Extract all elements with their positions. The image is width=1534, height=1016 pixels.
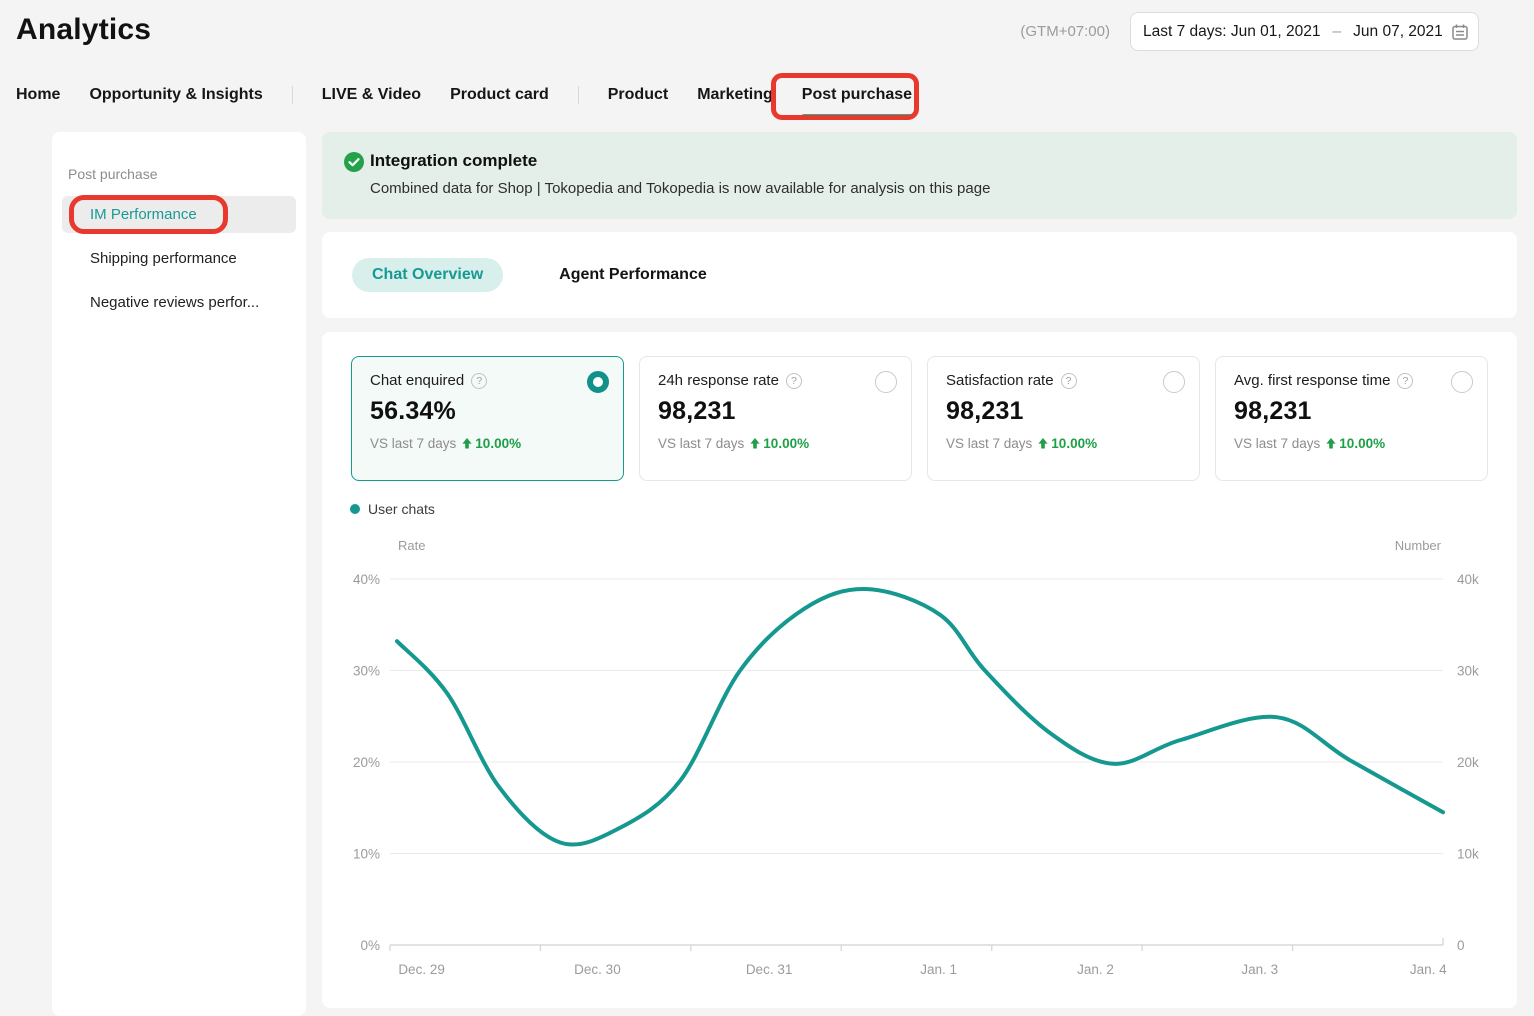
- integration-banner: Integration complete Combined data for S…: [322, 132, 1517, 219]
- metric-label: Satisfaction rate: [946, 372, 1054, 389]
- tab-agent-performance[interactable]: Agent Performance: [539, 258, 727, 292]
- vs-label: VS last 7 days: [1234, 436, 1320, 451]
- metric-label: 24h response rate: [658, 372, 779, 389]
- y-tick-right: 20k: [1457, 755, 1479, 770]
- sidebar: Post purchase IM Performance Shipping pe…: [52, 132, 306, 1016]
- sidebar-item-im-performance[interactable]: IM Performance: [62, 196, 296, 233]
- y-tick-right: 40k: [1457, 572, 1479, 587]
- x-tick-label: Dec. 29: [398, 962, 445, 977]
- nav-item-home[interactable]: Home: [16, 86, 60, 104]
- help-icon[interactable]: ?: [1061, 373, 1077, 389]
- metric-change: 10.00%: [475, 436, 521, 451]
- metric-value: 98,231: [946, 397, 1181, 426]
- metric-value: 98,231: [658, 397, 893, 426]
- y-tick-left: 30%: [353, 664, 380, 679]
- metric-change: 10.00%: [1051, 436, 1097, 451]
- arrow-up-icon: [750, 438, 760, 449]
- metric-value: 98,231: [1234, 397, 1469, 426]
- vs-label: VS last 7 days: [946, 436, 1032, 451]
- legend-label: User chats: [368, 501, 435, 517]
- sidebar-item-shipping-performance[interactable]: Shipping performance: [62, 240, 296, 277]
- arrow-up-icon: [1038, 438, 1048, 449]
- calendar-icon: [1451, 23, 1469, 41]
- tabs-card: Chat Overview Agent Performance: [322, 232, 1517, 318]
- nav-item-product-card[interactable]: Product card: [450, 86, 549, 104]
- arrow-up-icon: [462, 438, 472, 449]
- legend-dot-icon: [350, 504, 360, 514]
- x-tick-label: Jan. 3: [1241, 962, 1278, 977]
- success-check-icon: [344, 152, 364, 177]
- x-tick-label: Dec. 31: [746, 962, 793, 977]
- vs-label: VS last 7 days: [658, 436, 744, 451]
- page-title: Analytics: [16, 13, 151, 47]
- top-navigation: Home Opportunity & Insights LIVE & Video…: [16, 80, 912, 110]
- date-range-start: Last 7 days: Jun 01, 2021: [1143, 23, 1321, 41]
- radio-selected-icon[interactable]: [587, 371, 609, 393]
- date-range-end: Jun 07, 2021: [1353, 23, 1443, 41]
- metric-cards-row: Chat enquired ? 56.34% VS last 7 days 10…: [351, 356, 1488, 481]
- sidebar-section-label: Post purchase: [68, 166, 306, 182]
- nav-item-post-purchase[interactable]: Post purchase: [802, 86, 912, 104]
- metric-label: Avg. first response time: [1234, 372, 1390, 389]
- metric-card-satisfaction-rate[interactable]: Satisfaction rate ? 98,231 VS last 7 day…: [927, 356, 1200, 481]
- metric-change: 10.00%: [763, 436, 809, 451]
- nav-item-live-video[interactable]: LIVE & Video: [322, 86, 421, 104]
- x-tick-label: Dec. 30: [574, 962, 621, 977]
- metric-value: 56.34%: [370, 397, 605, 426]
- metric-change: 10.00%: [1339, 436, 1385, 451]
- x-tick-label: Jan. 1: [920, 962, 957, 977]
- y-tick-right: 30k: [1457, 664, 1479, 679]
- x-tick-label: Jan. 4: [1410, 962, 1447, 977]
- y-tick-left: 0%: [360, 938, 380, 953]
- y-tick-left: 20%: [353, 755, 380, 770]
- date-range-separator: –: [1329, 23, 1346, 41]
- y-tick-right: 10k: [1457, 847, 1479, 862]
- nav-separator: [292, 86, 293, 104]
- arrow-up-icon: [1326, 438, 1336, 449]
- y-axis-left-title: Rate: [398, 538, 425, 553]
- nav-item-marketing[interactable]: Marketing: [697, 86, 773, 104]
- help-icon[interactable]: ?: [786, 373, 802, 389]
- metric-card-24h-response-rate[interactable]: 24h response rate ? 98,231 VS last 7 day…: [639, 356, 912, 481]
- timezone-label: (GTM+07:00): [1020, 23, 1110, 40]
- help-icon[interactable]: ?: [1397, 373, 1413, 389]
- metric-card-chat-enquired[interactable]: Chat enquired ? 56.34% VS last 7 days 10…: [351, 356, 624, 481]
- nav-item-opportunity-insights[interactable]: Opportunity & Insights: [89, 86, 262, 104]
- chart-card: Chat enquired ? 56.34% VS last 7 days 10…: [322, 332, 1517, 1008]
- y-tick-left: 40%: [353, 572, 380, 587]
- metric-label: Chat enquired: [370, 372, 464, 389]
- banner-message: Combined data for Shop | Tokopedia and T…: [370, 180, 990, 197]
- date-range-picker[interactable]: Last 7 days: Jun 01, 2021 – Jun 07, 2021: [1130, 12, 1479, 51]
- metric-card-avg-first-response-time[interactable]: Avg. first response time ? 98,231 VS las…: [1215, 356, 1488, 481]
- y-tick-left: 10%: [353, 847, 380, 862]
- y-axis-right-title: Number: [1395, 538, 1442, 553]
- vs-label: VS last 7 days: [370, 436, 456, 451]
- help-icon[interactable]: ?: [471, 373, 487, 389]
- radio-unselected-icon[interactable]: [1163, 371, 1185, 393]
- y-tick-right: 0: [1457, 938, 1465, 953]
- legend-user-chats[interactable]: User chats: [350, 501, 435, 517]
- user-chats-series-line: [397, 589, 1443, 845]
- radio-unselected-icon[interactable]: [1451, 371, 1473, 393]
- tab-chat-overview[interactable]: Chat Overview: [352, 258, 503, 292]
- nav-item-product[interactable]: Product: [608, 86, 668, 104]
- user-chats-line-chart: Rate Number 40% 40k 30% 30k 20% 20k 10% 10k 0% 0 Dec…: [322, 528, 1517, 988]
- sidebar-item-negative-reviews[interactable]: Negative reviews perfor...: [62, 284, 296, 321]
- radio-unselected-icon[interactable]: [875, 371, 897, 393]
- banner-title: Integration complete: [370, 151, 537, 171]
- x-tick-label: Jan. 2: [1077, 962, 1114, 977]
- nav-separator: [578, 86, 579, 104]
